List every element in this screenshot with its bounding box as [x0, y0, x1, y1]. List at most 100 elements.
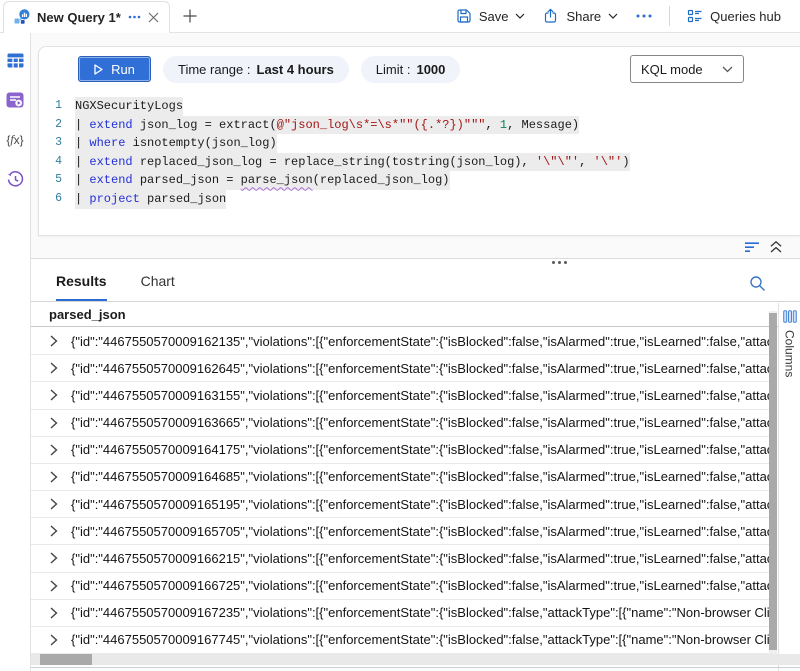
- save-button[interactable]: Save: [447, 8, 535, 24]
- queries-hub-button[interactable]: Queries hub: [678, 8, 790, 24]
- chevron-down-icon: [608, 13, 618, 19]
- expand-row-icon[interactable]: [50, 607, 58, 619]
- row-json-text: {"id":"4467550570009164685","violations"…: [71, 469, 769, 484]
- save-icon: [456, 8, 472, 24]
- share-button[interactable]: Share: [534, 8, 627, 24]
- line-number: 5: [39, 171, 75, 190]
- query-toolbar: Run Time range : Last 4 hours Limit : 10…: [39, 47, 800, 87]
- result-row[interactable]: {"id":"4467550570009163665","violations"…: [31, 410, 769, 437]
- query-tab[interactable]: New Query 1*: [3, 1, 170, 34]
- run-label: Run: [111, 62, 135, 77]
- line-number: 1: [39, 97, 75, 116]
- queries-hub-icon: [687, 8, 703, 24]
- row-json-text: {"id":"4467550570009162645","violations"…: [71, 361, 769, 376]
- expand-row-icon[interactable]: [50, 335, 58, 347]
- expand-row-icon[interactable]: [50, 471, 58, 483]
- expand-row-icon[interactable]: [50, 417, 58, 429]
- row-json-text: {"id":"4467550570009167235","violations"…: [71, 605, 769, 620]
- code-line[interactable]: 4| extend replaced_json_log = replace_st…: [39, 153, 800, 172]
- expand-row-icon[interactable]: [50, 552, 58, 564]
- row-json-text: {"id":"4467550570009163155","violations"…: [71, 388, 769, 403]
- share-icon: [543, 8, 559, 24]
- code-text: | extend replaced_json_log = replace_str…: [75, 153, 630, 172]
- expand-row-icon[interactable]: [50, 525, 58, 537]
- result-row[interactable]: {"id":"4467550570009167745","violations"…: [31, 627, 769, 654]
- vertical-scrollbar-thumb[interactable]: [769, 313, 777, 650]
- row-json-text: {"id":"4467550570009164175","violations"…: [71, 442, 769, 457]
- row-json-text: {"id":"4467550570009163665","violations"…: [71, 415, 769, 430]
- chevron-down-icon: [722, 66, 733, 73]
- results-rows: {"id":"4467550570009162135","violations"…: [31, 328, 769, 654]
- tables-icon[interactable]: [7, 53, 24, 68]
- run-button[interactable]: Run: [78, 56, 151, 82]
- tab-results[interactable]: Results: [56, 273, 107, 301]
- result-row[interactable]: {"id":"4467550570009166725","violations"…: [31, 573, 769, 600]
- window-bottom-edge: [31, 667, 800, 668]
- chevron-down-icon: [515, 13, 525, 19]
- column-header-label: parsed_json: [49, 307, 126, 322]
- saved-scripts-icon[interactable]: [6, 92, 24, 108]
- code-line[interactable]: 5| extend parsed_json = parse_json(repla…: [39, 171, 800, 190]
- result-row[interactable]: {"id":"4467550570009164175","violations"…: [31, 437, 769, 464]
- result-row[interactable]: {"id":"4467550570009166215","violations"…: [31, 545, 769, 572]
- code-line[interactable]: 2| extend json_log = extract(@"json_log\…: [39, 116, 800, 135]
- result-row[interactable]: {"id":"4467550570009167235","violations"…: [31, 600, 769, 627]
- code-lines[interactable]: 1NGXSecurityLogs2| extend json_log = ext…: [39, 97, 800, 209]
- tab-bar: New Query 1* Save Share: [0, 0, 800, 33]
- tab-more-icon[interactable]: [128, 15, 141, 19]
- result-row[interactable]: {"id":"4467550570009164685","violations"…: [31, 464, 769, 491]
- limit-pill[interactable]: Limit : 1000: [361, 56, 461, 83]
- expand-row-icon[interactable]: [50, 498, 58, 510]
- columns-side-panel[interactable]: Columns: [778, 303, 800, 671]
- horizontal-scrollbar[interactable]: [31, 654, 800, 665]
- result-row[interactable]: {"id":"4467550570009165705","violations"…: [31, 518, 769, 545]
- row-json-text: {"id":"4467550570009165705","violations"…: [71, 524, 769, 539]
- vertical-scrollbar[interactable]: [769, 311, 777, 654]
- row-json-text: {"id":"4467550570009166725","violations"…: [71, 578, 769, 593]
- row-json-text: {"id":"4467550570009166215","violations"…: [71, 551, 769, 566]
- expand-row-icon[interactable]: [50, 389, 58, 401]
- expand-row-icon[interactable]: [50, 580, 58, 592]
- tab-title: New Query 1*: [37, 10, 121, 25]
- time-range-label: Time range :: [178, 62, 251, 77]
- results-tabs: Results Chart: [31, 259, 800, 302]
- divider: [669, 6, 670, 26]
- new-tab-button[interactable]: [183, 9, 197, 23]
- tab-close-icon[interactable]: [148, 12, 159, 23]
- expand-row-icon[interactable]: [50, 444, 58, 456]
- line-number: 6: [39, 190, 75, 209]
- result-row[interactable]: {"id":"4467550570009162645","violations"…: [31, 355, 769, 382]
- time-range-pill[interactable]: Time range : Last 4 hours: [163, 56, 349, 83]
- functions-icon[interactable]: {fx}: [6, 132, 23, 147]
- more-actions-icon[interactable]: [627, 14, 661, 18]
- expand-row-icon[interactable]: [50, 362, 58, 374]
- tab-chart[interactable]: Chart: [141, 273, 175, 301]
- collapse-panel-icon[interactable]: [770, 241, 782, 253]
- filter-lines-icon[interactable]: [744, 242, 760, 253]
- search-icon[interactable]: [749, 275, 766, 292]
- code-line[interactable]: 6| project parsed_json: [39, 190, 800, 209]
- code-text: | project parsed_json: [75, 190, 226, 209]
- code-line[interactable]: 1NGXSecurityLogs: [39, 97, 800, 116]
- kql-mode-select[interactable]: KQL mode: [630, 55, 744, 83]
- line-number: 4: [39, 153, 75, 172]
- adx-logo-icon: [14, 9, 30, 25]
- grid-column-header[interactable]: parsed_json: [31, 302, 800, 327]
- query-editor-card: Run Time range : Last 4 hours Limit : 10…: [38, 46, 800, 236]
- code-text: NGXSecurityLogs: [75, 97, 183, 116]
- time-range-value: Last 4 hours: [257, 62, 334, 77]
- result-row[interactable]: {"id":"4467550570009163155","violations"…: [31, 382, 769, 409]
- result-row[interactable]: {"id":"4467550570009162135","violations"…: [31, 328, 769, 355]
- code-line[interactable]: 3| where isnotempty(json_log): [39, 134, 800, 153]
- line-number: 3: [39, 134, 75, 153]
- result-row[interactable]: {"id":"4467550570009165195","violations"…: [31, 491, 769, 518]
- query-history-icon[interactable]: [7, 171, 24, 188]
- limit-value: 1000: [416, 62, 445, 77]
- tabbar-actions: Save Share Queries hub: [447, 6, 800, 26]
- row-json-text: {"id":"4467550570009165195","violations"…: [71, 497, 769, 512]
- results-panel: Results Chart parsed_json {"id":"4467550…: [31, 258, 800, 671]
- expand-row-icon[interactable]: [50, 634, 58, 646]
- row-json-text: {"id":"4467550570009162135","violations"…: [71, 334, 769, 349]
- horizontal-scrollbar-thumb[interactable]: [40, 654, 92, 665]
- left-rail: {fx}: [0, 33, 31, 671]
